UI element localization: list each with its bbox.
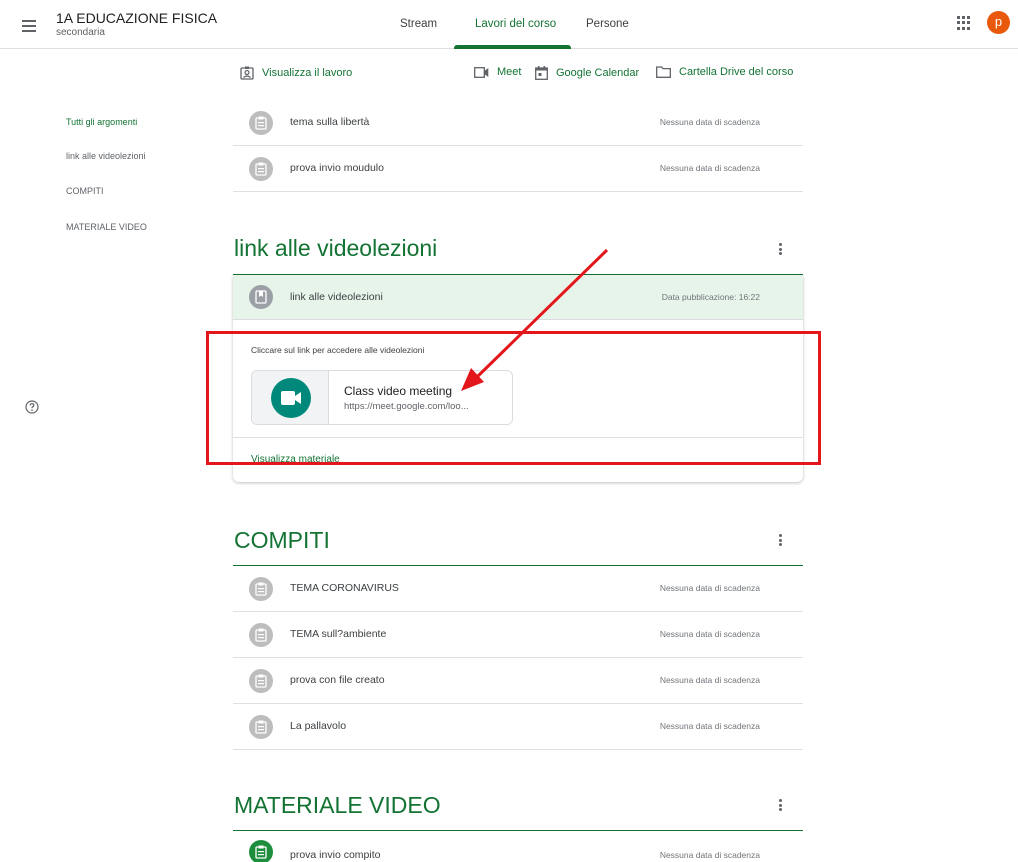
list-item[interactable]: tema sulla libertà Nessuna data di scade… <box>233 100 803 146</box>
view-work-button[interactable]: Visualizza il lavoro <box>240 66 352 80</box>
view-material-link[interactable]: Visualizza materiale <box>251 454 340 465</box>
calendar-icon <box>535 66 548 80</box>
material-title: link alle videolezioni <box>290 291 383 303</box>
card-divider <box>233 437 803 438</box>
assignment-icon <box>249 623 273 647</box>
list-item[interactable]: La pallavolo Nessuna data di scadenza <box>233 704 803 750</box>
tab-stream[interactable]: Stream <box>400 18 437 30</box>
view-work-label: Visualizza il lavoro <box>262 67 353 79</box>
google-meet-icon <box>271 378 311 418</box>
class-subtitle: secondaria <box>56 27 105 38</box>
item-due-date: Nessuna data di scadenza <box>659 850 760 860</box>
item-due-date: Nessuna data di scadenza <box>659 163 760 173</box>
item-title: prova invio compito <box>290 849 381 861</box>
assignment-icon <box>249 715 273 739</box>
help-icon[interactable] <box>25 400 39 414</box>
material-card: link alle videolezioni Data pubblicazion… <box>233 275 803 482</box>
tab-classwork[interactable]: Lavori del corso <box>475 18 556 30</box>
calendar-button[interactable]: Google Calendar <box>535 66 639 80</box>
topic-heading: MATERIALE VIDEO <box>234 792 441 818</box>
sidebar-item-videolessons[interactable]: link alle videolezioni <box>66 151 146 161</box>
item-due-date: Nessuna data di scadenza <box>659 117 760 127</box>
item-due-date: Nessuna data di scadenza <box>659 583 760 593</box>
item-title: TEMA sull?ambiente <box>290 628 387 640</box>
calendar-label: Google Calendar <box>556 67 640 79</box>
material-header[interactable]: link alle videolezioni Data pubblicazion… <box>233 275 803 320</box>
class-title[interactable]: 1A EDUCAZIONE FISICA <box>56 10 217 26</box>
item-title: prova con file creato <box>290 674 385 686</box>
topic-heading: COMPITI <box>234 527 330 553</box>
assignment-icon <box>249 577 273 601</box>
more-options-icon[interactable] <box>779 534 783 546</box>
sidebar-item-materiale-video[interactable]: MATERIALE VIDEO <box>66 222 147 232</box>
list-item[interactable]: prova invio moudulo Nessuna data di scad… <box>233 146 803 192</box>
item-title: tema sulla libertà <box>290 116 370 128</box>
assignment-ind-icon <box>240 66 254 80</box>
meet-link-attachment[interactable]: Class video meeting https://meet.google.… <box>251 370 513 425</box>
sidebar-item-compiti[interactable]: COMPITI <box>66 186 104 196</box>
material-published-date: Data pubblicazione: 16:22 <box>661 292 760 302</box>
more-options-icon[interactable] <box>779 799 783 811</box>
item-due-date: Nessuna data di scadenza <box>659 721 760 731</box>
attachment-thumbnail <box>252 371 329 424</box>
menu-icon[interactable] <box>18 16 42 36</box>
item-title: TEMA CORONAVIRUS <box>290 582 399 594</box>
attachment-title: Class video meeting <box>344 384 453 398</box>
item-title: La pallavolo <box>290 720 347 732</box>
drive-folder-label: Cartella Drive del corso <box>679 66 794 78</box>
item-due-date: Nessuna data di scadenza <box>659 675 760 685</box>
list-item[interactable]: TEMA sull?ambiente Nessuna data di scade… <box>233 612 803 658</box>
meet-label: Meet <box>497 66 522 78</box>
folder-icon <box>656 66 671 78</box>
material-description: Cliccare sul link per accedere alle vide… <box>251 345 425 355</box>
material-icon <box>249 285 273 309</box>
meet-button[interactable]: Meet <box>474 66 521 78</box>
assignment-icon <box>249 840 273 862</box>
assignment-icon <box>249 157 273 181</box>
sidebar-item-all-topics[interactable]: Tutti gli argomenti <box>66 117 137 127</box>
item-due-date: Nessuna data di scadenza <box>659 629 760 639</box>
drive-folder-button[interactable]: Cartella Drive del corso <box>656 66 793 78</box>
attachment-url: https://meet.google.com/loo... <box>344 401 469 412</box>
assignment-icon <box>249 669 273 693</box>
more-options-icon[interactable] <box>779 243 783 255</box>
avatar[interactable]: p <box>987 11 1010 34</box>
list-item[interactable]: prova con file creato Nessuna data di sc… <box>233 658 803 704</box>
google-apps-icon[interactable] <box>957 16 971 30</box>
tab-people[interactable]: Persone <box>586 18 629 30</box>
active-tab-indicator <box>454 45 571 49</box>
list-item[interactable]: TEMA CORONAVIRUS Nessuna data di scadenz… <box>233 566 803 612</box>
assignment-icon <box>249 111 273 135</box>
top-app-bar: 1A EDUCAZIONE FISICA secondaria Stream L… <box>0 0 1018 49</box>
list-item[interactable]: prova invio compito Nessuna data di scad… <box>233 831 803 862</box>
item-title: prova invio moudulo <box>290 162 384 174</box>
video-camera-icon <box>474 66 489 78</box>
topic-heading: link alle videolezioni <box>234 235 438 261</box>
